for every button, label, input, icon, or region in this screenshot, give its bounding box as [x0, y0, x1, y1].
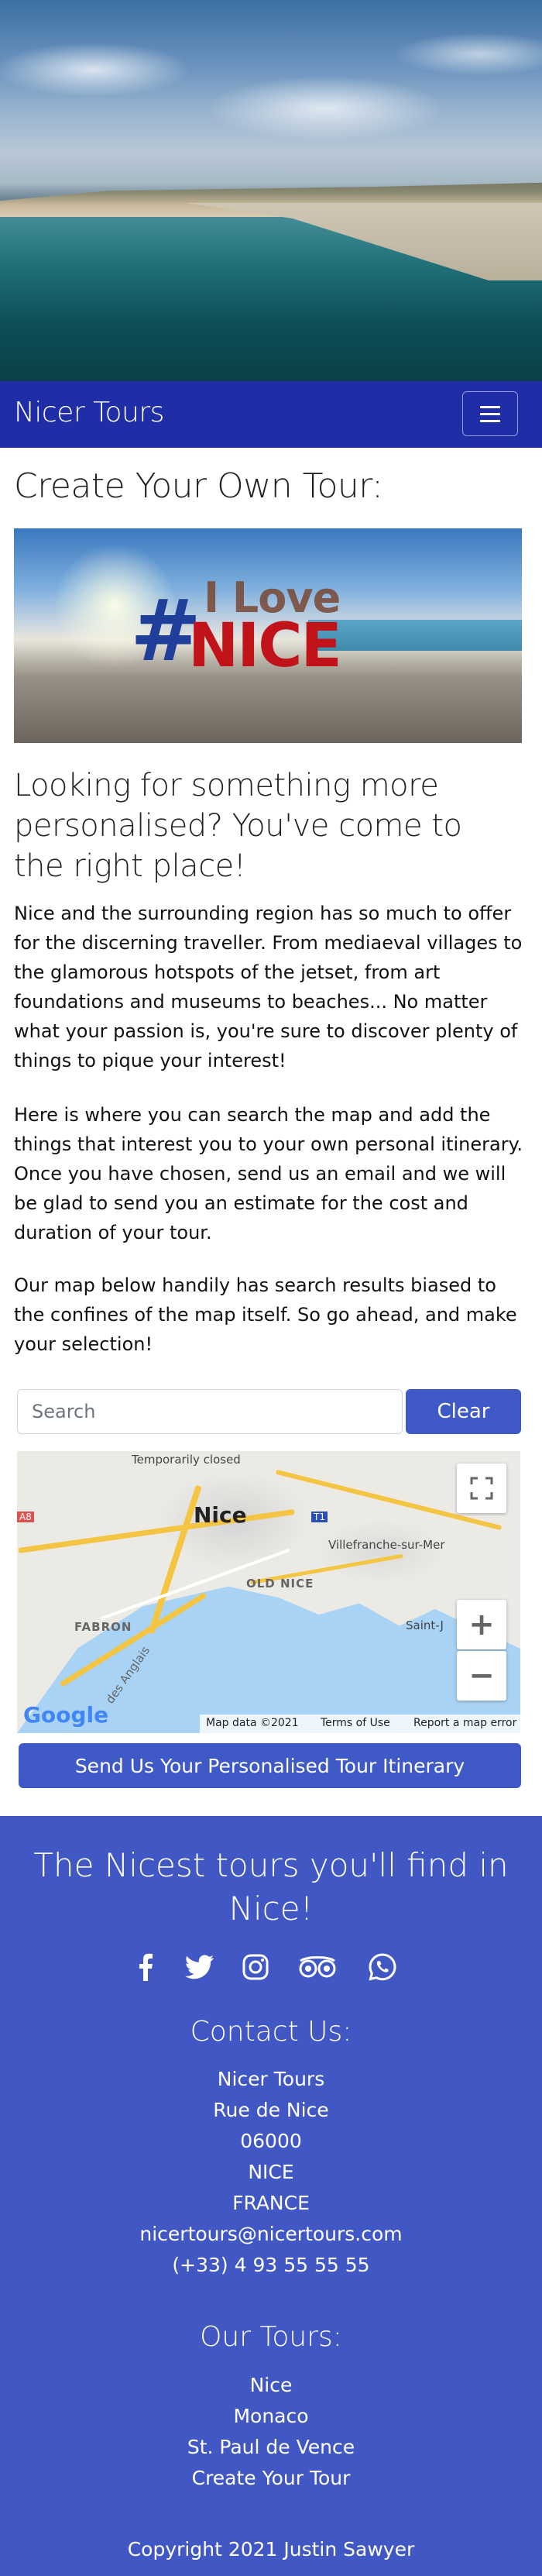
- photo-nice-letters: NICE: [188, 611, 342, 681]
- report-map-error-link[interactable]: Report a map error: [413, 1717, 516, 1729]
- map-label-fabron: FABRON: [74, 1620, 132, 1634]
- section-subtitle: Looking for something more personalised?…: [14, 768, 462, 884]
- zoom-in-icon: +: [468, 1607, 495, 1642]
- brand-link[interactable]: Nicer Tours: [14, 397, 164, 428]
- tour-link-st-paul[interactable]: St. Paul de Vence: [0, 2436, 542, 2458]
- copyright: Copyright 2021 Justin Sawyer: [127, 2538, 415, 2561]
- navbar: Nicer Tours: [0, 381, 542, 448]
- map-note-paragraph: Our map below handily has search results…: [14, 1274, 517, 1355]
- contact-phone-link[interactable]: (+33) 4 93 55 55 55: [0, 2254, 542, 2276]
- page-title: Create Your Own Tour:: [14, 466, 383, 506]
- map-attribution-bar: Map data ©2021 Terms of Use Report a map…: [200, 1714, 520, 1733]
- map-label-old-nice: OLD NICE: [246, 1577, 314, 1591]
- tours-heading: Our Tours:: [200, 2321, 342, 2353]
- intro-paragraph: Nice and the surrounding region has so m…: [14, 903, 523, 1071]
- map-label-temporarily-closed: Temporarily closed: [132, 1453, 241, 1467]
- terms-of-use-link[interactable]: Terms of Use: [321, 1717, 390, 1729]
- map-search-input[interactable]: [17, 1389, 403, 1434]
- contact-heading: Contact Us:: [190, 2016, 352, 2048]
- contact-postcode: 06000: [240, 2130, 302, 2152]
- zoom-in-button[interactable]: +: [457, 1600, 506, 1649]
- map-road-badge-a8: A8: [17, 1512, 34, 1522]
- fullscreen-icon: [470, 1477, 493, 1500]
- navbar-toggle-button[interactable]: [462, 391, 518, 436]
- photo-promenade: [14, 676, 522, 743]
- send-itinerary-button[interactable]: Send Us Your Personalised Tour Itinerary: [19, 1743, 521, 1788]
- hero-image: [0, 0, 542, 381]
- map-label-villefranche: Villefranche-sur-Mer: [328, 1538, 445, 1552]
- whatsapp-icon[interactable]: [363, 1948, 402, 1986]
- google-map[interactable]: Temporarily closed Nice Villefranche-sur…: [17, 1451, 520, 1733]
- contact-street: Rue de Nice: [213, 2099, 329, 2121]
- contact-company: Nicer Tours: [217, 2068, 325, 2090]
- site-footer: The Nicest tours you'll find in Nice! Co…: [0, 1816, 542, 2576]
- instructions-paragraph: Here is where you can search the map and…: [14, 1104, 523, 1243]
- map-label-nice: Nice: [194, 1502, 247, 1528]
- social-links: [0, 1948, 542, 1986]
- clear-button[interactable]: Clear: [406, 1389, 521, 1434]
- footer-headline: The Nicest tours you'll find in Nice!: [33, 1846, 509, 1928]
- contact-email-link[interactable]: nicertours@nicertours.com: [0, 2223, 542, 2245]
- map-label-saint-j: Saint-J: [406, 1618, 444, 1632]
- map-road-badge-t1: T1: [311, 1512, 328, 1522]
- tour-link-monaco[interactable]: Monaco: [0, 2405, 542, 2427]
- i-love-nice-photo: I Love # NICE: [14, 528, 522, 743]
- instagram-icon[interactable]: [236, 1948, 275, 1986]
- zoom-out-button[interactable]: −: [457, 1651, 506, 1701]
- fullscreen-button[interactable]: [457, 1463, 506, 1513]
- tripadvisor-icon[interactable]: [298, 1948, 337, 1986]
- twitter-icon[interactable]: [180, 1948, 219, 1986]
- map-data-label: Map data ©2021: [206, 1717, 299, 1729]
- hero-clouds: [0, 23, 542, 163]
- zoom-out-icon: −: [468, 1658, 495, 1694]
- google-logo: Google: [23, 1702, 109, 1728]
- contact-city: NICE: [248, 2161, 294, 2183]
- tour-link-nice[interactable]: Nice: [0, 2374, 542, 2396]
- contact-country: FRANCE: [232, 2192, 310, 2214]
- tour-link-create[interactable]: Create Your Tour: [0, 2467, 542, 2489]
- hamburger-icon: [480, 406, 500, 422]
- facebook-icon[interactable]: [126, 1948, 165, 1986]
